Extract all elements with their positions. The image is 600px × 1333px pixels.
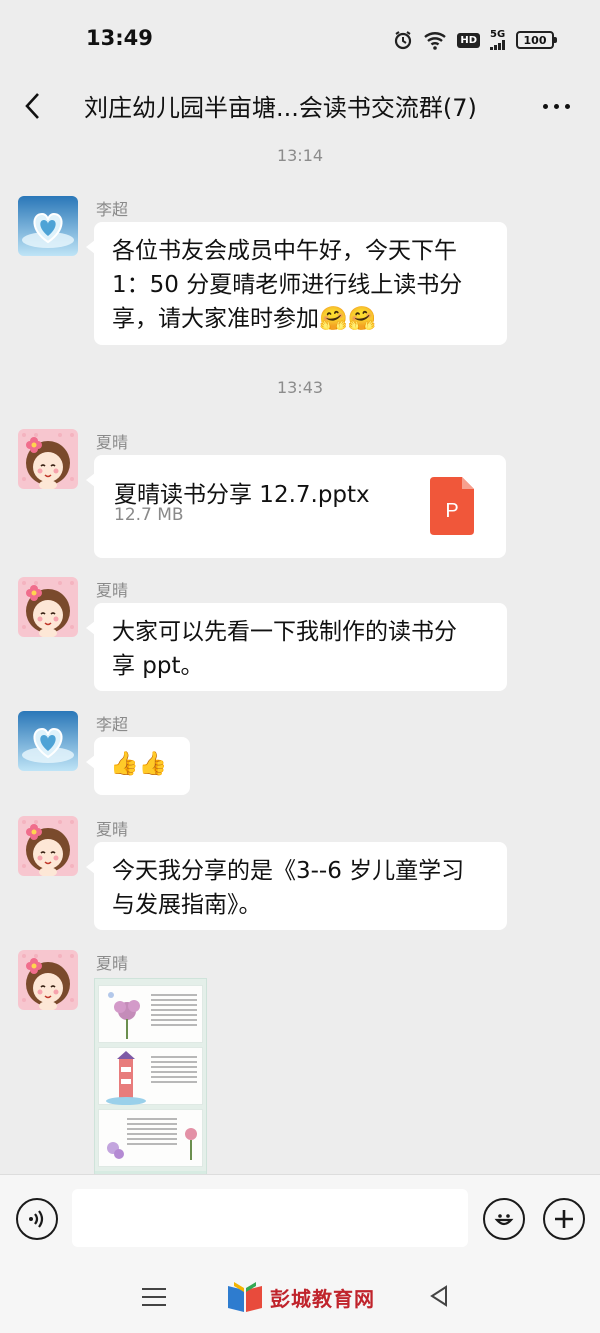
timestamp: 13:14 [276,146,324,165]
voice-button[interactable] [16,1198,58,1240]
slide-thumbnail [98,1109,203,1167]
book-logo-icon [228,1282,262,1312]
signal-icon: 5G [490,30,506,50]
plus-icon [555,1210,573,1228]
message-input[interactable] [72,1189,468,1247]
message-text-line: 今天我分享的是《3--6 岁儿童学习 [112,858,465,884]
watermark-text: 彭城教育网 [270,1286,375,1311]
avatar[interactable] [18,816,78,876]
message-text-line: 大家可以先看一下我制作的读书分 [112,619,457,645]
input-bar [0,1174,600,1262]
message-bubble[interactable]: 大家可以先看一下我制作的读书分 享 ppt。 [86,603,507,691]
hd-icon: HD [457,32,480,48]
message-text-line: 1：50 分夏晴老师进行线上读书分 [112,272,463,298]
voice-icon [29,1210,44,1228]
sender-name: 夏晴 [96,954,129,973]
avatar[interactable] [18,711,78,771]
sender-name: 夏晴 [96,433,129,452]
chat-header: 刘庄幼儿园半亩塘...会读书交流群(7) [0,78,600,134]
message-text-line: 享，请大家准时参加 [112,306,319,332]
pptx-file-icon: P [430,477,474,535]
chat-title: 刘庄幼儿园半亩塘...会读书交流群(7) [84,94,477,122]
avatar[interactable] [18,429,78,489]
avatar[interactable] [18,577,78,637]
sender-name: 夏晴 [96,820,129,839]
file-name: 夏晴读书分享 12.7.pptx [114,482,370,508]
file-size: 12.7 MB [114,505,184,525]
status-icons: HD 5G 100 [393,28,557,52]
battery-icon: 100 [516,31,557,49]
emoji-icon [494,1214,514,1226]
thumbs-up-emoji: 👍👍 [110,751,168,777]
sender-name: 李超 [96,715,129,734]
avatar[interactable] [18,196,78,256]
slide-thumbnail [98,1047,203,1105]
hug-emoji: 🤗🤗 [319,306,377,332]
watermark-logo: 彭城教育网 [226,1280,375,1314]
message-bubble[interactable]: 👍👍 [86,737,190,795]
more-horizontal-icon [542,103,548,109]
menu-icon[interactable] [142,1288,166,1308]
timestamp: 13:43 [276,378,324,397]
more-button[interactable] [536,88,576,124]
image-message[interactable] [94,978,207,1178]
message-text-line: 享 ppt。 [112,653,204,679]
sender-name: 李超 [96,200,129,219]
signal-label: 5G [490,29,506,40]
alarm-icon [393,30,413,50]
message-text-line: 与发展指南》。 [112,892,262,918]
slide-thumbnail [98,985,203,1043]
avatar[interactable] [18,950,78,1010]
status-bar: 13:49 HD 5G 100 [0,0,600,78]
back-triangle-icon[interactable] [428,1284,450,1312]
svg-text:P: P [445,500,458,522]
system-nav-bar: 彭城教育网 [0,1262,600,1333]
back-button[interactable] [14,86,50,126]
emoji-button[interactable] [483,1198,525,1240]
plus-button[interactable] [543,1198,585,1240]
wifi-icon [423,30,447,50]
message-bubble[interactable]: 今天我分享的是《3--6 岁儿童学习 与发展指南》。 [86,842,507,930]
sender-name: 夏晴 [96,581,129,600]
message-text-line: 各位书友会成员中午好，今天下午 [112,238,457,264]
file-message-bubble[interactable]: 夏晴读书分享 12.7.pptx 12.7 MB P [86,455,506,558]
message-bubble[interactable]: 各位书友会成员中午好，今天下午 1：50 分夏晴老师进行线上读书分 享，请大家准… [86,222,507,345]
status-time: 13:49 [86,26,153,50]
chevron-left-icon [25,93,39,119]
